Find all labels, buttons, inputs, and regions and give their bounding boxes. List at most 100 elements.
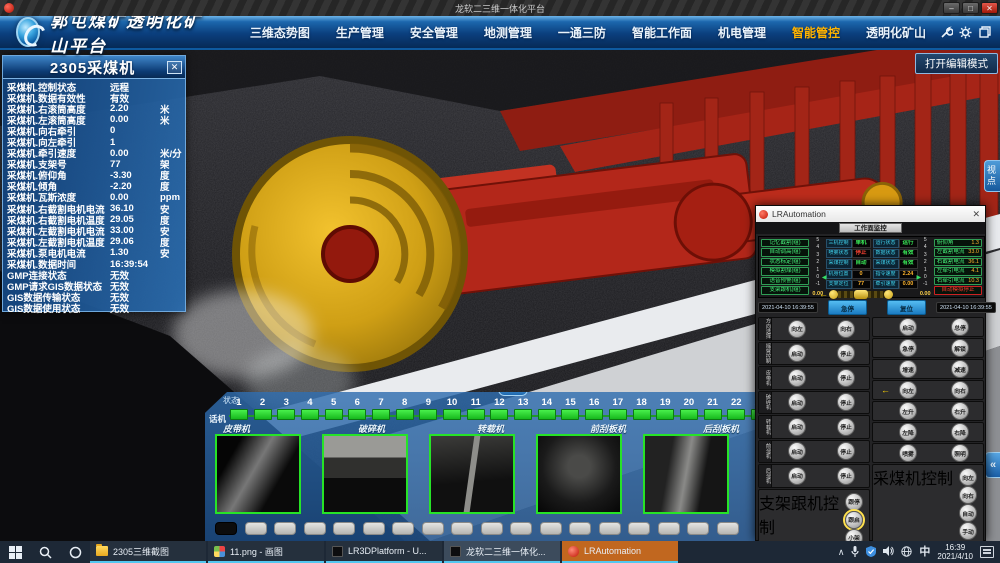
lrautomation-close-icon[interactable]: ✕ xyxy=(972,209,980,220)
channel-indicator-on[interactable] xyxy=(704,409,722,420)
manual-button-手动[interactable]: 手动 xyxy=(959,522,977,540)
machine-position-slider[interactable] xyxy=(832,291,890,298)
maximize-button[interactable]: □ xyxy=(962,2,979,14)
pager-square-5[interactable] xyxy=(363,522,385,535)
control-button-解锁[interactable]: 解锁 xyxy=(951,339,969,357)
close-button[interactable]: ✕ xyxy=(981,2,998,14)
channel-indicator-on[interactable] xyxy=(301,409,319,420)
nav-item-8[interactable]: 透明化矿山 xyxy=(866,24,926,41)
channel-indicator-on[interactable] xyxy=(467,409,485,420)
nav-item-7[interactable]: 智能管控 xyxy=(792,24,840,41)
workface-monitor-tab[interactable]: 工作面监控 xyxy=(839,223,902,233)
camera-thumbnail-1[interactable] xyxy=(322,434,408,514)
minimize-button[interactable]: – xyxy=(943,2,960,14)
group-button-3[interactable]: 模拟割煤(组) xyxy=(761,267,809,275)
pager-square-2[interactable] xyxy=(274,522,296,535)
shield-icon[interactable] xyxy=(866,546,876,559)
control-button-右降[interactable]: 右降 xyxy=(951,423,969,441)
control-button-向左[interactable]: 向左 xyxy=(899,381,917,399)
network-globe-icon[interactable] xyxy=(901,546,912,559)
control-button-向左[interactable]: 向左 xyxy=(788,320,806,338)
pager-square-4[interactable] xyxy=(333,522,355,535)
taskbar-app-1[interactable]: 11.png - 画图 xyxy=(208,541,324,563)
channel-indicator-on[interactable] xyxy=(419,409,437,420)
lrautomation-titlebar[interactable]: LRAutomation ✕ xyxy=(756,206,985,222)
usb-icon[interactable] xyxy=(851,546,859,559)
channel-indicator-on[interactable] xyxy=(633,409,651,420)
nav-item-2[interactable]: 安全管理 xyxy=(410,24,458,41)
channel-indicator-on[interactable] xyxy=(443,409,461,420)
nav-item-5[interactable]: 智能工作面 xyxy=(632,24,692,41)
telemetry-button-3[interactable]: 左牵引电流4.1 xyxy=(934,267,982,275)
control-button-启动[interactable]: 启动 xyxy=(788,467,806,485)
taskbar-app-3[interactable]: 龙软二三维一体化... xyxy=(444,541,560,563)
gear-icon[interactable] xyxy=(958,25,973,39)
clock[interactable]: 16:39 2021/4/10 xyxy=(937,543,973,561)
channel-indicator-on[interactable] xyxy=(561,409,579,420)
control-button-停止[interactable]: 停止 xyxy=(837,467,855,485)
telemetry-button-4[interactable]: 右牵引电流10.3 xyxy=(934,277,982,285)
control-button-停止[interactable]: 停止 xyxy=(837,369,855,387)
channel-indicator-on[interactable] xyxy=(656,409,674,420)
control-button-启动[interactable]: 启动 xyxy=(788,418,806,436)
nav-item-4[interactable]: 一通三防 xyxy=(558,24,606,41)
channel-indicator-on[interactable] xyxy=(325,409,343,420)
group-button-4[interactable]: 语音预警(组) xyxy=(761,277,809,285)
manual-button-自动[interactable]: 自动 xyxy=(959,504,977,522)
pager-square-3[interactable] xyxy=(304,522,326,535)
control-button-停止[interactable]: 停止 xyxy=(837,344,855,362)
cortana-icon[interactable] xyxy=(60,541,90,563)
channel-indicator-on[interactable] xyxy=(585,409,603,420)
speaker-icon[interactable] xyxy=(883,546,894,558)
nav-item-1[interactable]: 生产管理 xyxy=(336,24,384,41)
group-button-0[interactable]: 记忆截割(组) xyxy=(761,239,809,247)
group-button-5[interactable]: 支架跟机(组) xyxy=(761,286,809,294)
pager-square-6[interactable] xyxy=(392,522,414,535)
pager-square-9[interactable] xyxy=(481,522,503,535)
channel-indicator-on[interactable] xyxy=(230,409,248,420)
taskbar-app-0[interactable]: 2305三维截图 xyxy=(90,541,206,563)
camera-thumbnail-2[interactable] xyxy=(429,434,515,514)
channel-indicator-on[interactable] xyxy=(396,409,414,420)
telemetry-button-1[interactable]: 左截割电流33.0 xyxy=(934,248,982,256)
channel-indicator-on[interactable] xyxy=(348,409,366,420)
follow-button-跟启[interactable]: 跟启 xyxy=(845,511,863,529)
nav-item-6[interactable]: 机电管理 xyxy=(718,24,766,41)
control-button-急停[interactable]: 急停 xyxy=(899,339,917,357)
channel-indicator-on[interactable] xyxy=(538,409,556,420)
control-button-喷雾[interactable]: 喷雾 xyxy=(899,444,917,462)
control-button-启动[interactable]: 启动 xyxy=(788,393,806,411)
start-button[interactable] xyxy=(0,541,30,563)
taskbar-app-2[interactable]: LR3DPlatform - U... xyxy=(326,541,442,563)
restore-window-icon[interactable] xyxy=(977,25,992,39)
control-button-左降[interactable]: 左降 xyxy=(899,423,917,441)
open-edit-mode-button[interactable]: 打开编辑模式 xyxy=(915,53,998,74)
collapse-left-chevron-icon[interactable]: « xyxy=(985,452,1000,478)
pager-square-0[interactable] xyxy=(215,522,237,535)
notification-center-icon[interactable] xyxy=(980,546,994,558)
estop-button[interactable]: 急停 xyxy=(828,300,867,315)
pager-square-11[interactable] xyxy=(540,522,562,535)
nav-item-3[interactable]: 地测管理 xyxy=(484,24,532,41)
control-button-左升[interactable]: 左升 xyxy=(899,402,917,420)
channel-indicator-on[interactable] xyxy=(254,409,272,420)
pager-square-10[interactable] xyxy=(510,522,532,535)
channel-indicator-on[interactable] xyxy=(727,409,745,420)
control-button-照明[interactable]: 照明 xyxy=(951,444,969,462)
search-icon[interactable] xyxy=(30,541,60,563)
control-button-停止[interactable]: 停止 xyxy=(837,418,855,436)
reset-button[interactable]: 复位 xyxy=(887,300,926,315)
manual-button-向左[interactable]: 向左 xyxy=(959,468,977,486)
control-button-总停[interactable]: 总停 xyxy=(951,318,969,336)
channel-indicator-on[interactable] xyxy=(514,409,532,420)
nav-item-0[interactable]: 三维态势图 xyxy=(250,24,310,41)
control-button-启动[interactable]: 启动 xyxy=(788,344,806,362)
control-button-启动[interactable]: 启动 xyxy=(788,369,806,387)
control-button-右升[interactable]: 右升 xyxy=(951,402,969,420)
channel-indicator-on[interactable] xyxy=(372,409,390,420)
camera-thumbnail-0[interactable] xyxy=(215,434,301,514)
machine-panel-close-icon[interactable]: ✕ xyxy=(167,61,182,74)
taskbar-app-4[interactable]: LRAutomation xyxy=(562,541,678,563)
control-button-启动[interactable]: 启动 xyxy=(788,442,806,460)
telemetry-button-2[interactable]: 右截割电流36.1 xyxy=(934,258,982,266)
